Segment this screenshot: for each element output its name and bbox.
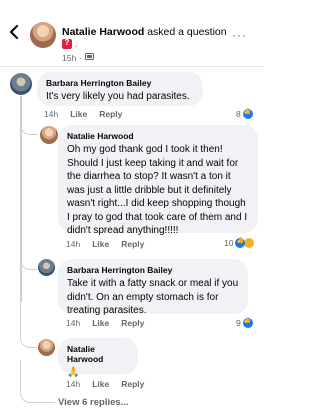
comment-actions: 14h Like Reply: [66, 318, 144, 328]
reaction-count: 9: [236, 318, 241, 328]
group-icon: [85, 52, 95, 63]
thread-connector: [20, 120, 37, 135]
back-arrow-icon[interactable]: [6, 24, 22, 40]
comment-time[interactable]: 14h: [66, 318, 80, 328]
reply-button[interactable]: Reply: [121, 379, 144, 389]
like-button[interactable]: Like: [70, 109, 87, 119]
reply-button[interactable]: Reply: [121, 239, 144, 249]
thread-connector: [20, 255, 37, 270]
comment-text: It's very likely you had parasites.: [46, 91, 190, 102]
badge-suffix: .: [75, 39, 78, 49]
comment-time[interactable]: 14h: [44, 109, 58, 119]
comment-actions: 14h Like Reply: [44, 109, 122, 119]
author-name[interactable]: Natalie Harwood: [62, 26, 144, 38]
comment-time[interactable]: 14h: [66, 379, 80, 389]
avatar[interactable]: [40, 126, 58, 144]
comment-time[interactable]: 14h: [66, 239, 80, 249]
like-reaction-icon: [242, 317, 253, 328]
avatar[interactable]: [38, 339, 55, 356]
divider: [0, 66, 263, 67]
avatar[interactable]: [30, 22, 56, 48]
post-meta: 15h ·: [62, 52, 95, 63]
comment-author[interactable]: Natalie Harwood: [67, 344, 129, 364]
more-options-icon[interactable]: ···: [232, 28, 247, 42]
reaction-summary[interactable]: 8: [236, 108, 253, 119]
comment-bubble: Natalie Harwood 🙏: [58, 338, 138, 378]
like-reaction-icon: [242, 108, 253, 119]
like-button[interactable]: Like: [92, 379, 109, 389]
post-header-title: Natalie Harwood asked a question: [62, 26, 227, 38]
reaction-count: 8: [236, 109, 241, 119]
reaction-count: 10: [224, 238, 234, 248]
comment-actions: 14h Like Reply: [66, 379, 144, 389]
comment-actions: 14h Like Reply: [66, 239, 144, 249]
comment-bubble: Barbara Herrington Bailey It's very like…: [37, 72, 203, 106]
reply-button[interactable]: Reply: [121, 318, 144, 328]
thread-connector: [20, 300, 37, 348]
comment-text: Oh my god thank god I took it then! Shou…: [67, 144, 248, 236]
laugh-reaction-icon: [244, 238, 255, 248]
like-reaction-icon: [235, 237, 246, 248]
view-more-replies-link[interactable]: View 6 replies...: [58, 397, 129, 408]
question-badge-icon: [62, 38, 72, 49]
post-time[interactable]: 15h: [62, 53, 76, 63]
avatar[interactable]: [38, 259, 55, 276]
question-badge-row: .: [62, 38, 78, 49]
reply-button[interactable]: Reply: [99, 109, 122, 119]
post-action-text: asked a question: [147, 26, 227, 38]
avatar[interactable]: [10, 73, 32, 95]
comment-author[interactable]: Barbara Herrington Bailey: [67, 265, 239, 275]
comment-bubble: Natalie Harwood Oh my god thank god I to…: [58, 125, 258, 236]
like-button[interactable]: Like: [92, 239, 109, 249]
thread-connector: [20, 360, 55, 403]
comment-text: 🙏: [67, 367, 80, 378]
comment-author[interactable]: Barbara Herrington Bailey: [46, 78, 194, 88]
comment-author[interactable]: Natalie Harwood: [67, 131, 249, 141]
like-button[interactable]: Like: [92, 318, 109, 328]
reaction-summary[interactable]: 9: [236, 317, 253, 328]
reaction-summary[interactable]: 10: [224, 237, 255, 248]
comment-text: Take it with a fatty snack or meal if yo…: [67, 278, 239, 316]
comment-bubble: Barbara Herrington Bailey Take it with a…: [58, 259, 248, 316]
